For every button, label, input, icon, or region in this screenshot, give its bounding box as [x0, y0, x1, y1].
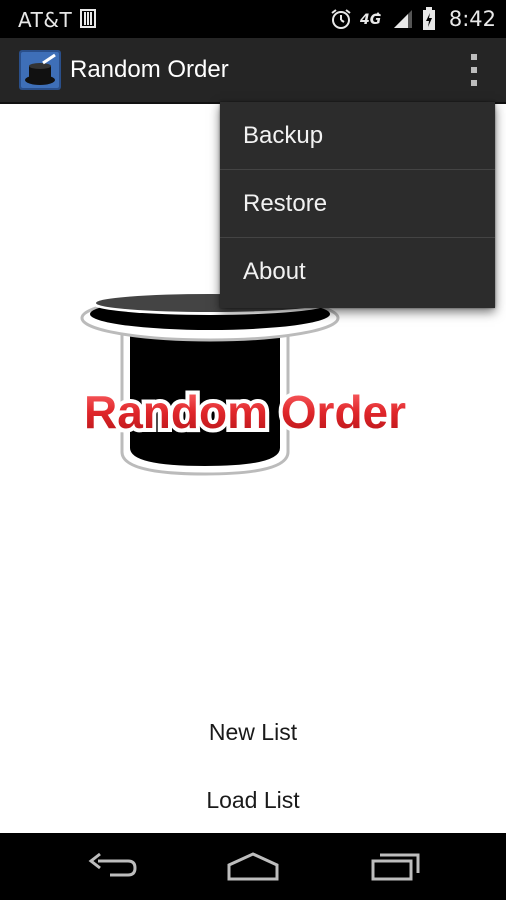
- battery-icon: [423, 7, 435, 30]
- status-icons: 4G: [330, 7, 436, 31]
- alarm-icon: [331, 9, 351, 29]
- app-title: Random Order: [70, 56, 229, 83]
- top-hat-icon[interactable]: [19, 50, 61, 90]
- sim-card-icon: [80, 9, 96, 28]
- action-bar: Random Order: [0, 38, 506, 104]
- carrier-label: AT&T: [18, 8, 73, 32]
- random-order-logo: Random Order Random Order: [80, 293, 410, 476]
- new-list-button[interactable]: New List: [0, 702, 506, 762]
- network-4g-icon: 4G: [360, 12, 381, 28]
- overflow-menu-icon[interactable]: [466, 54, 482, 86]
- overflow-menu: Backup Restore About: [220, 102, 495, 308]
- logo-text: Random Order: [84, 386, 406, 438]
- status-bar: AT&T 4G 8:42: [0, 0, 506, 38]
- menu-item-backup[interactable]: Backup: [220, 102, 495, 170]
- screen: AT&T 4G 8:42 Random Order Random Order R…: [0, 0, 506, 900]
- load-list-button[interactable]: Load List: [0, 770, 506, 830]
- signal-icon: [394, 10, 412, 28]
- recent-apps-icon[interactable]: [370, 851, 422, 881]
- back-icon[interactable]: [88, 851, 138, 881]
- menu-item-about[interactable]: About: [220, 238, 495, 307]
- menu-item-restore[interactable]: Restore: [220, 170, 495, 238]
- navigation-bar: [0, 833, 506, 900]
- clock: 8:42: [448, 7, 496, 31]
- home-icon[interactable]: [226, 851, 280, 881]
